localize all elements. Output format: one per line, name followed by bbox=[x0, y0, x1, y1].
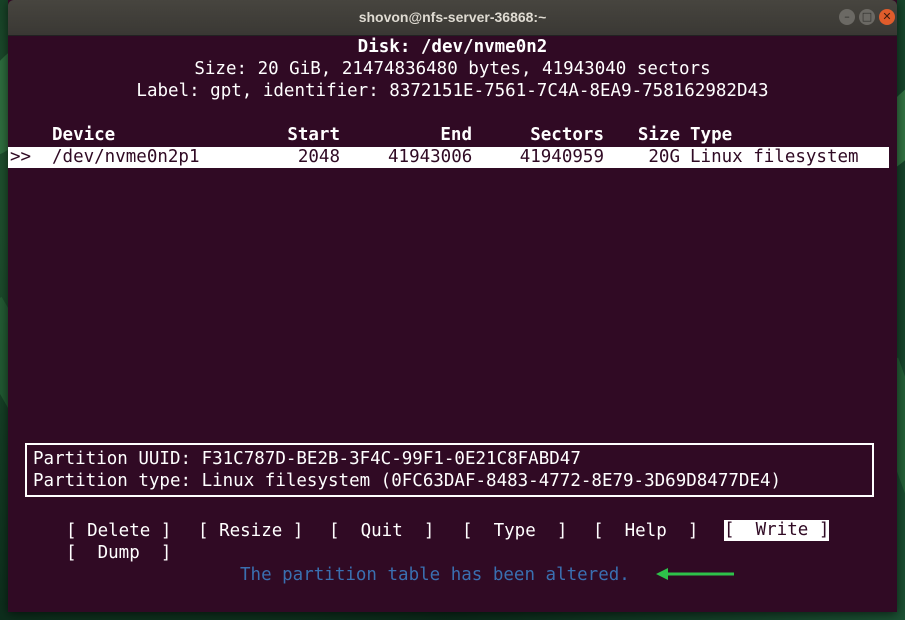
row-type: Linux filesystem bbox=[690, 147, 859, 167]
header-type: Type bbox=[690, 125, 733, 145]
header-sectors: Sectors bbox=[530, 125, 604, 145]
disk-heading: Disk: /dev/nvme0n2 bbox=[357, 37, 548, 57]
quit-button[interactable]: [ Quit ] bbox=[329, 520, 434, 542]
partition-uuid: Partition UUID: F31C787D-BE2B-3F4C-99F1-… bbox=[33, 449, 581, 469]
row-selection-marker: >> bbox=[10, 147, 32, 167]
row-end: 41943006 bbox=[388, 147, 473, 167]
row-size: 20G bbox=[648, 147, 680, 167]
header-start: Start bbox=[287, 125, 340, 145]
minimize-button[interactable]: – bbox=[839, 9, 855, 25]
resize-button[interactable]: [ Resize ] bbox=[198, 520, 303, 542]
delete-button[interactable]: [ Delete ] bbox=[66, 520, 171, 542]
annotation-arrow-icon bbox=[656, 568, 734, 580]
row-device: /dev/nvme0n2p1 bbox=[52, 147, 200, 167]
cfdisk-screen: Disk: /dev/nvme0n2 Size: 20 GiB, 2147483… bbox=[8, 35, 897, 612]
table-row[interactable]: >> /dev/nvme0n2p1 2048 41943006 41940959… bbox=[8, 147, 889, 168]
status-message: The partition table has been altered. bbox=[240, 565, 630, 585]
header-device: Device bbox=[52, 125, 116, 145]
partition-info-box: Partition UUID: F31C787D-BE2B-3F4C-99F1-… bbox=[25, 443, 874, 497]
partition-type: Partition type: Linux filesystem (0FC63D… bbox=[33, 471, 782, 491]
terminal-window: shovon@nfs-server-36868:~ – □ ✕ Disk: /d… bbox=[8, 0, 897, 612]
write-button[interactable]: [ Write ] bbox=[724, 520, 830, 541]
row-sectors: 41940959 bbox=[519, 147, 604, 167]
close-button[interactable]: ✕ bbox=[879, 9, 895, 25]
header-size: Size bbox=[637, 125, 680, 145]
type-button[interactable]: [ Type ] bbox=[462, 520, 567, 542]
disk-label-line: Label: gpt, identifier: 8372151E-7561-7C… bbox=[136, 81, 769, 101]
dump-button[interactable]: [ Dump ] bbox=[66, 542, 171, 564]
maximize-button[interactable]: □ bbox=[859, 9, 875, 25]
window-title: shovon@nfs-server-36868:~ bbox=[358, 9, 547, 25]
row-start: 2048 bbox=[297, 147, 340, 167]
help-button[interactable]: [ Help ] bbox=[593, 520, 698, 542]
disk-size-line: Size: 20 GiB, 21474836480 bytes, 4194304… bbox=[194, 59, 711, 79]
header-end: End bbox=[440, 125, 472, 145]
title-bar[interactable]: shovon@nfs-server-36868:~ – □ ✕ bbox=[8, 0, 897, 36]
